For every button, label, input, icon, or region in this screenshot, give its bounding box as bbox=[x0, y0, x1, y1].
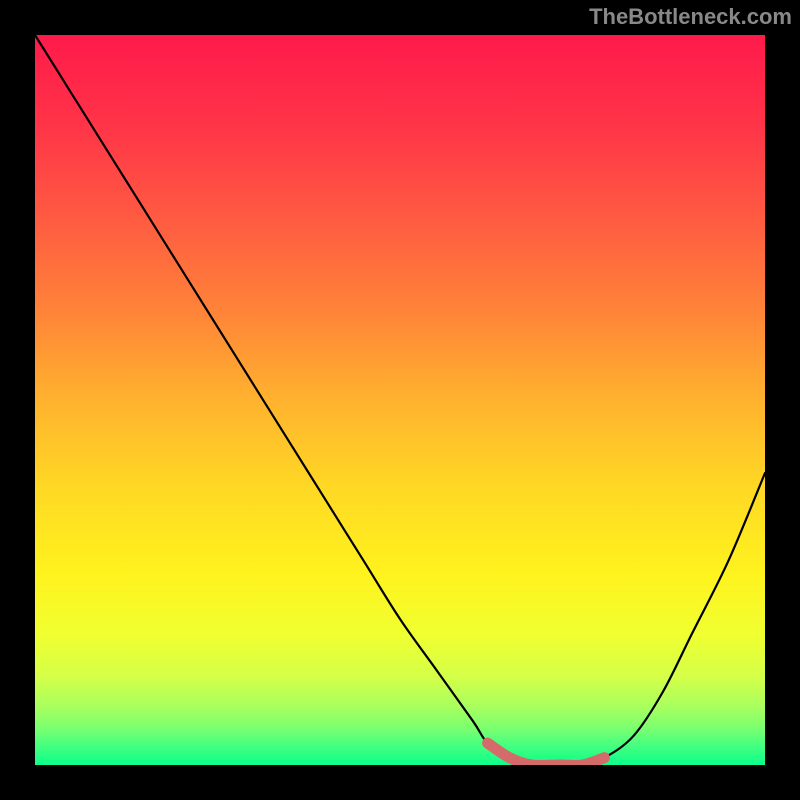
bottleneck-curve bbox=[35, 35, 765, 765]
watermark-text: TheBottleneck.com bbox=[589, 4, 792, 30]
optimal-zone-highlight bbox=[488, 743, 605, 765]
chart-container: TheBottleneck.com bbox=[0, 0, 800, 800]
curve-layer bbox=[35, 35, 765, 765]
plot-area bbox=[35, 35, 765, 765]
